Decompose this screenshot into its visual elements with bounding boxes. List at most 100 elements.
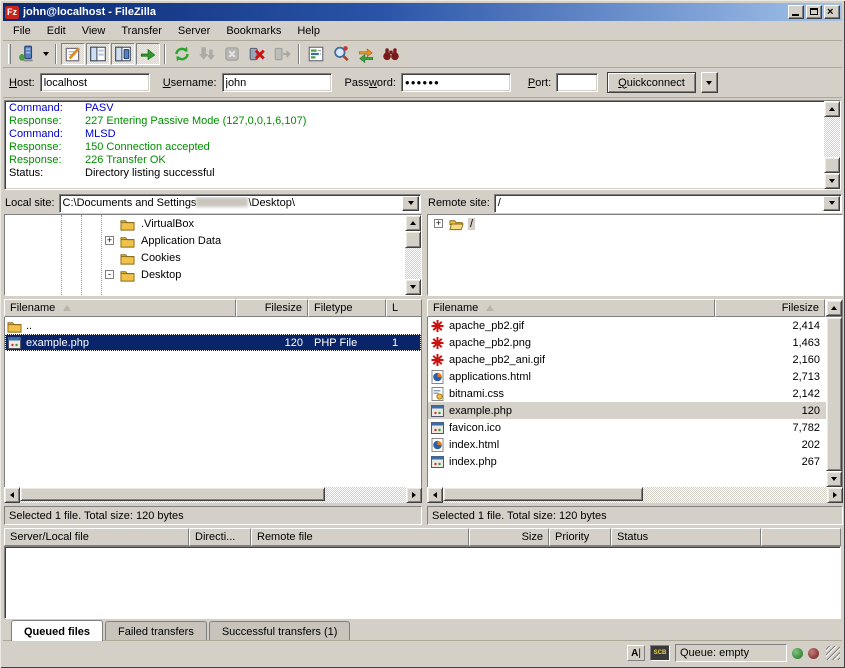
toggle-local-tree-button[interactable]: [86, 43, 110, 65]
expand-plus-icon[interactable]: +: [105, 236, 114, 245]
sort-ascending-icon: [63, 305, 71, 311]
close-button[interactable]: ×: [824, 5, 840, 19]
remote-combo-dropdown[interactable]: [823, 196, 840, 211]
toggle-transfer-queue-button[interactable]: [136, 43, 160, 65]
minimize-icon: [792, 14, 799, 16]
column-filename[interactable]: Filename: [427, 299, 715, 317]
column-server-local-file[interactable]: Server/Local file: [4, 528, 189, 546]
column-status[interactable]: Status: [611, 528, 761, 546]
speed-limit-icon[interactable]: SCB: [650, 645, 670, 661]
tree-item-virtualbox[interactable]: .VirtualBox: [5, 215, 405, 232]
password-input[interactable]: [401, 73, 511, 92]
find-files-button[interactable]: [379, 43, 403, 65]
tab-successful-transfers[interactable]: Successful transfers (1): [209, 621, 351, 640]
column-priority[interactable]: Priority: [549, 528, 611, 546]
remote-hscrollbar[interactable]: [427, 487, 843, 503]
host-input[interactable]: [40, 73, 150, 92]
file-row[interactable]: index.php 267: [428, 453, 826, 470]
maximize-button[interactable]: [806, 5, 822, 19]
local-hscrollbar[interactable]: [4, 487, 422, 503]
toolbar-grip[interactable]: [8, 44, 11, 64]
quickconnect-dropdown[interactable]: [701, 72, 718, 93]
local-tree-icon: [89, 45, 107, 63]
menu-help[interactable]: Help: [289, 23, 328, 39]
tree-item-desktop[interactable]: - Desktop: [5, 266, 405, 283]
file-row[interactable]: favicon.ico 7,782: [428, 419, 826, 436]
file-row[interactable]: index.html 202: [428, 436, 826, 453]
remote-list-scrollbar[interactable]: [826, 317, 842, 487]
directory-comparison-button[interactable]: [329, 43, 353, 65]
reconnect-button[interactable]: [270, 43, 294, 65]
local-combo-dropdown[interactable]: [402, 196, 419, 211]
file-row[interactable]: bitnami.css 2,142: [428, 385, 826, 402]
expand-minus-icon[interactable]: -: [105, 270, 114, 279]
menu-edit[interactable]: Edit: [39, 23, 74, 39]
remote-site-combo[interactable]: /: [494, 194, 842, 213]
menu-server[interactable]: Server: [170, 23, 218, 39]
column-filetype[interactable]: Filetype: [308, 299, 386, 317]
filter-button[interactable]: [304, 43, 328, 65]
synchronized-browsing-button[interactable]: [354, 43, 378, 65]
ico-file-icon: [430, 421, 445, 435]
scroll-right-button[interactable]: [827, 487, 843, 503]
log-scrollbar[interactable]: [824, 101, 840, 189]
toggle-message-log-button[interactable]: [61, 43, 85, 65]
file-row[interactable]: apache_pb2_ani.gif 2,160: [428, 351, 826, 368]
scroll-thumb[interactable]: [405, 231, 421, 248]
scroll-up-button[interactable]: [405, 215, 421, 231]
file-row-selected[interactable]: example.php 120: [428, 402, 826, 419]
scroll-thumb[interactable]: [824, 157, 840, 173]
menu-transfer[interactable]: Transfer: [113, 23, 170, 39]
menu-file[interactable]: File: [5, 23, 39, 39]
scroll-thumb[interactable]: [443, 487, 643, 501]
scroll-up-button[interactable]: [824, 101, 840, 117]
tree-item-root[interactable]: + /: [428, 215, 842, 232]
ascii-data-type-icon[interactable]: A|: [627, 645, 645, 661]
scroll-down-button[interactable]: [405, 279, 421, 295]
redacted-username: [196, 197, 248, 207]
disconnect-button[interactable]: [245, 43, 269, 65]
column-direction[interactable]: Directi...: [189, 528, 251, 546]
queue-list[interactable]: [4, 546, 841, 619]
site-manager-dropdown[interactable]: [40, 43, 51, 65]
scroll-left-button[interactable]: [4, 487, 20, 503]
menu-bookmarks[interactable]: Bookmarks: [218, 23, 289, 39]
column-last-modified[interactable]: L: [386, 299, 422, 317]
toggle-remote-tree-button[interactable]: [111, 43, 135, 65]
scroll-down-button[interactable]: [826, 471, 842, 487]
file-row-parent-dir[interactable]: ..: [5, 317, 421, 334]
tree-item-application-data[interactable]: + Application Data: [5, 232, 405, 249]
scroll-left-button[interactable]: [427, 487, 443, 503]
menu-view[interactable]: View: [74, 23, 114, 39]
expand-plus-icon[interactable]: +: [434, 219, 443, 228]
resize-grip[interactable]: [826, 646, 840, 660]
column-filesize[interactable]: Filesize: [715, 299, 825, 317]
scroll-right-button[interactable]: [406, 487, 422, 503]
tree-item-cookies[interactable]: Cookies: [5, 249, 405, 266]
local-tree-scrollbar[interactable]: [405, 215, 421, 295]
refresh-button[interactable]: [170, 43, 194, 65]
column-filename[interactable]: Filename: [4, 299, 236, 317]
tab-failed-transfers[interactable]: Failed transfers: [105, 621, 207, 640]
file-row-example-php[interactable]: example.php 120 PHP File 1: [5, 334, 421, 351]
file-row[interactable]: apache_pb2.png 1,463: [428, 334, 826, 351]
local-site-combo[interactable]: C:\Documents and Settings\Desktop\: [59, 194, 421, 213]
scroll-up-button[interactable]: [826, 300, 842, 316]
column-filesize[interactable]: Filesize: [236, 299, 308, 317]
scroll-thumb[interactable]: [826, 317, 842, 471]
username-input[interactable]: [222, 73, 332, 92]
file-size: 1,463: [716, 334, 826, 351]
column-remote-file[interactable]: Remote file: [251, 528, 469, 546]
tab-queued-files[interactable]: Queued files: [11, 620, 103, 641]
cancel-operation-button[interactable]: [220, 43, 244, 65]
port-input[interactable]: [556, 73, 598, 92]
minimize-button[interactable]: [788, 5, 804, 19]
column-size[interactable]: Size: [469, 528, 549, 546]
scroll-down-button[interactable]: [824, 173, 840, 189]
file-row[interactable]: applications.html 2,713: [428, 368, 826, 385]
file-row[interactable]: apache_pb2.gif 2,414: [428, 317, 826, 334]
scroll-thumb[interactable]: [20, 487, 325, 501]
process-queue-button[interactable]: [195, 43, 219, 65]
site-manager-button[interactable]: [15, 43, 39, 65]
quickconnect-button[interactable]: Quickconnect: [607, 72, 696, 93]
